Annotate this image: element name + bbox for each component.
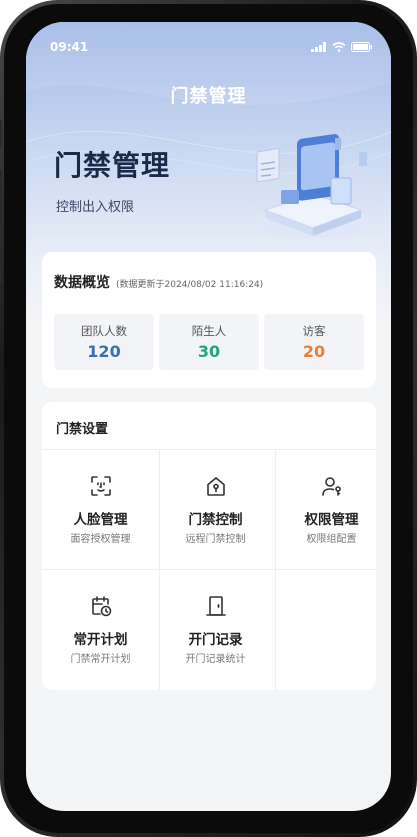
always-open-schedule-item[interactable]: 常开计划 门禁常开计划 bbox=[45, 570, 156, 690]
item-subtitle: 门禁常开计划 bbox=[70, 654, 131, 665]
stat-visitors[interactable]: 访客 20 bbox=[264, 314, 364, 370]
overview-update-note: (数据更新于2024/08/02 11:16:24) bbox=[116, 280, 264, 290]
access-control-illustration bbox=[256, 128, 369, 238]
status-bar: 09:41 bbox=[26, 36, 391, 56]
phone-frame: 09:41 门禁管理 门禁管理 控制出入权限 数据概览 (数据更新于2024/0… bbox=[0, 0, 417, 837]
access-control-item[interactable]: 门禁控制 远程门禁控制 bbox=[160, 450, 271, 570]
battery-icon bbox=[351, 42, 372, 52]
item-subtitle: 远程门禁控制 bbox=[185, 534, 246, 545]
item-subtitle: 开门记录统计 bbox=[185, 654, 246, 665]
calendar-clock-icon bbox=[91, 596, 111, 617]
nav-title: 门禁管理 bbox=[170, 86, 247, 107]
face-management-item[interactable]: 人脸管理 面容授权管理 bbox=[45, 450, 156, 570]
item-title: 常开计划 bbox=[73, 632, 128, 648]
status-time: 09:41 bbox=[50, 40, 89, 54]
mute-switch bbox=[0, 120, 2, 148]
permission-management-item[interactable]: 权限管理 权限组配置 bbox=[276, 450, 387, 570]
overview-title: 数据概览 bbox=[54, 275, 110, 291]
signal-icon bbox=[311, 42, 326, 52]
settings-card: 门禁设置 人脸管理 面容授权管理 门禁控制 远程门禁控制 权限管理 权限组配置 … bbox=[42, 402, 376, 690]
item-title: 权限管理 bbox=[304, 512, 359, 528]
volume-up-button bbox=[0, 170, 2, 222]
hero-subtitle: 控制出入权限 bbox=[56, 200, 135, 215]
stat-value: 30 bbox=[197, 342, 221, 361]
stat-team-members[interactable]: 团队人数 120 bbox=[54, 314, 154, 370]
stat-label: 团队人数 bbox=[81, 324, 127, 338]
item-title: 人脸管理 bbox=[73, 512, 128, 528]
item-title: 门禁控制 bbox=[188, 512, 243, 528]
app-screen: 09:41 门禁管理 门禁管理 控制出入权限 数据概览 (数据更新于2024/0… bbox=[26, 22, 391, 811]
stat-strangers[interactable]: 陌生人 30 bbox=[159, 314, 259, 370]
settings-title: 门禁设置 bbox=[56, 422, 109, 437]
door-open-records-item[interactable]: 开门记录 开门记录统计 bbox=[160, 570, 271, 690]
stat-value: 20 bbox=[302, 342, 326, 361]
overview-card: 数据概览 (数据更新于2024/08/02 11:16:24) 团队人数 120… bbox=[42, 252, 376, 388]
stat-value: 120 bbox=[87, 342, 121, 361]
stat-label: 陌生人 bbox=[191, 324, 227, 338]
item-title: 开门记录 bbox=[188, 632, 243, 648]
stat-label: 访客 bbox=[302, 324, 326, 338]
overview-header: 数据概览 (数据更新于2024/08/02 11:16:24) bbox=[54, 272, 263, 292]
status-icons bbox=[311, 42, 373, 52]
volume-down-button bbox=[0, 232, 2, 284]
home-lock-icon bbox=[206, 477, 225, 496]
wifi-icon bbox=[332, 42, 346, 52]
door-icon bbox=[205, 596, 226, 616]
face-scan-icon bbox=[90, 476, 111, 496]
item-subtitle: 权限组配置 bbox=[306, 534, 357, 545]
item-subtitle: 面容授权管理 bbox=[70, 534, 131, 545]
hero-title: 门禁管理 bbox=[54, 149, 171, 182]
user-key-icon bbox=[321, 477, 341, 496]
